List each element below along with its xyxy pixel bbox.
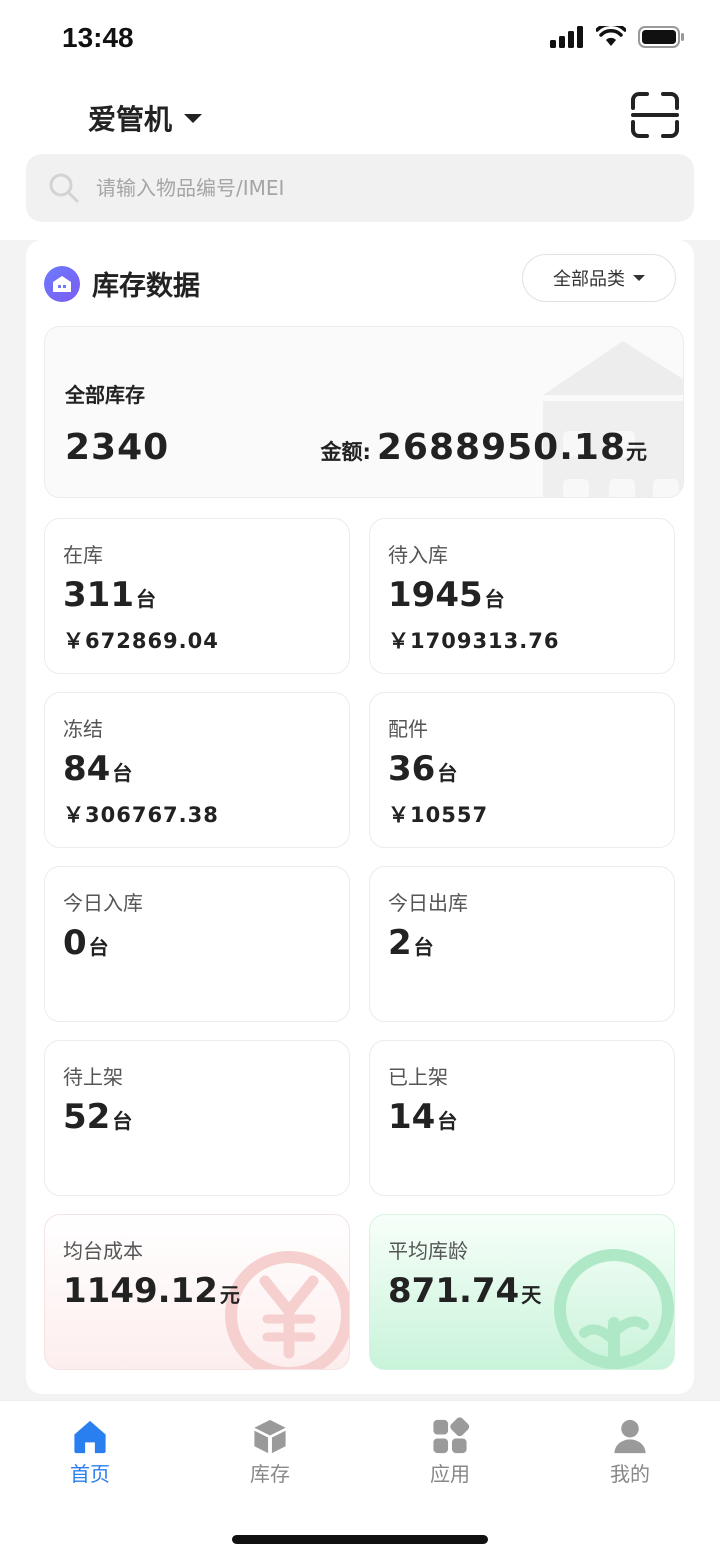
stat-count: 14 台 [388, 1097, 457, 1137]
stat-unit: 台 [437, 1109, 458, 1133]
stat-card-today-outbound[interactable]: 今日出库 2 台 [369, 866, 675, 1022]
stat-unit: 台 [112, 1109, 133, 1133]
tab-label: 我的 [610, 1462, 650, 1486]
stat-card-in-stock[interactable]: 在库 311 台 ￥672869.04 [44, 518, 350, 674]
building-icon [543, 341, 683, 497]
tree-icon [554, 1249, 674, 1369]
filter-label: 全部品类 [553, 269, 625, 290]
stat-unit: 台 [88, 935, 109, 959]
stat-unit: 天 [521, 1283, 542, 1307]
stat-label: 今日出库 [388, 891, 468, 915]
app-title: 爱管机 [88, 103, 173, 136]
tab-home[interactable]: 首页 [30, 1417, 150, 1487]
stat-label: 配件 [388, 717, 428, 741]
stat-card-today-inbound[interactable]: 今日入库 0 台 [44, 866, 350, 1022]
scan-icon[interactable] [630, 92, 680, 138]
stat-unit: 元 [219, 1283, 240, 1307]
box-icon [254, 1419, 286, 1454]
tab-apps[interactable]: 应用 [390, 1417, 510, 1487]
amount-unit: 元 [626, 440, 647, 464]
stat-card-frozen[interactable]: 冻结 84 台 ￥306767.38 [44, 692, 350, 848]
total-amount: 金额: 2688950.18 元 [320, 427, 647, 468]
tab-profile[interactable]: 我的 [570, 1417, 690, 1487]
stat-unit: 台 [484, 587, 505, 611]
stat-count: 871.74 天 [388, 1271, 541, 1311]
stat-num: 1945 [388, 575, 483, 615]
stat-label: 待入库 [388, 543, 448, 567]
stat-num: 1149.12 [63, 1271, 218, 1311]
search-input[interactable] [96, 176, 636, 200]
home-icon [74, 1420, 106, 1454]
stat-count: 1149.12 元 [63, 1271, 240, 1311]
status-icons [550, 26, 684, 48]
status-time: 13:48 [62, 22, 134, 53]
amount-value: 2688950.18 [376, 427, 626, 468]
stat-num: 14 [388, 1097, 436, 1137]
status-bar: 13:48 [0, 0, 720, 80]
stat-label: 冻结 [63, 717, 103, 741]
section-title: 库存数据 [92, 271, 200, 302]
stat-num: 311 [63, 575, 134, 615]
stat-label: 均台成本 [63, 1239, 143, 1263]
user-icon [614, 1419, 646, 1454]
stat-card-pending-inbound[interactable]: 待入库 1945 台 ￥1709313.76 [369, 518, 675, 674]
stat-money: ￥1709313.76 [388, 629, 560, 653]
stat-num: 2 [388, 923, 412, 963]
tab-bar: 首页 库存 应用 我的 [0, 1400, 720, 1558]
warehouse-icon [44, 265, 80, 302]
stat-label: 今日入库 [63, 891, 143, 915]
stat-money: ￥672869.04 [63, 629, 219, 653]
stat-count: 84 台 [63, 749, 132, 789]
wifi-icon [596, 26, 626, 46]
caret-down-icon [633, 275, 645, 281]
stat-num: 84 [63, 749, 111, 789]
stat-unit: 台 [112, 761, 133, 785]
stat-count: 0 台 [63, 923, 109, 963]
app-screen: 13:48 爱管机 请输入物品编号/IMEI 库存数据 全部品类 全部库存 23… [0, 0, 720, 1558]
total-label: 全部库存 [65, 383, 145, 407]
stat-count: 1945 台 [388, 575, 505, 615]
stat-num: 36 [388, 749, 436, 789]
stat-card-pending-listing[interactable]: 待上架 52 台 [44, 1040, 350, 1196]
stat-card-listed[interactable]: 已上架 14 台 [369, 1040, 675, 1196]
stat-count: 311 台 [63, 575, 156, 615]
signal-icon [550, 26, 583, 48]
stat-label: 已上架 [388, 1065, 448, 1089]
inventory-card: 库存数据 全部品类 全部库存 2340 金额: 2688950.18 元 在库 … [26, 240, 694, 1394]
stat-money: ￥306767.38 [63, 803, 219, 827]
header: 爱管机 [0, 80, 720, 240]
stat-unit: 台 [135, 587, 156, 611]
stat-num: 871.74 [388, 1271, 520, 1311]
tab-inventory[interactable]: 库存 [210, 1417, 330, 1487]
stat-label: 平均库龄 [388, 1239, 468, 1263]
stat-unit: 台 [413, 935, 434, 959]
stat-card-average-cost[interactable]: 均台成本 1149.12 元 [44, 1214, 350, 1370]
stat-card-accessories[interactable]: 配件 36 台 ￥10557 [369, 692, 675, 848]
stat-num: 52 [63, 1097, 111, 1137]
caret-down-icon [184, 113, 203, 123]
stat-money: ￥10557 [388, 803, 489, 827]
category-filter-button[interactable]: 全部品类 [522, 254, 676, 302]
stat-num: 0 [63, 923, 87, 963]
amount-label: 金额: [320, 440, 371, 464]
stat-unit: 台 [437, 761, 458, 785]
stat-count: 2 台 [388, 923, 434, 963]
stat-label: 待上架 [63, 1065, 123, 1089]
stat-label: 在库 [63, 543, 103, 567]
stat-card-average-age[interactable]: 平均库龄 871.74 天 [369, 1214, 675, 1370]
apps-icon [433, 1417, 470, 1454]
total-value: 2340 [65, 427, 170, 468]
battery-icon [638, 26, 684, 48]
stat-count: 36 台 [388, 749, 457, 789]
stat-count: 52 台 [63, 1097, 132, 1137]
total-inventory-card[interactable]: 全部库存 2340 金额: 2688950.18 元 [44, 326, 684, 498]
search-icon [49, 173, 79, 203]
tab-label: 库存 [250, 1462, 290, 1486]
tab-label: 应用 [430, 1462, 470, 1486]
tab-label: 首页 [70, 1462, 110, 1486]
store-selector[interactable]: 爱管机 [88, 98, 203, 138]
home-indicator [232, 1535, 488, 1544]
section-header: 库存数据 [44, 264, 200, 303]
search-bar[interactable] [26, 154, 694, 222]
